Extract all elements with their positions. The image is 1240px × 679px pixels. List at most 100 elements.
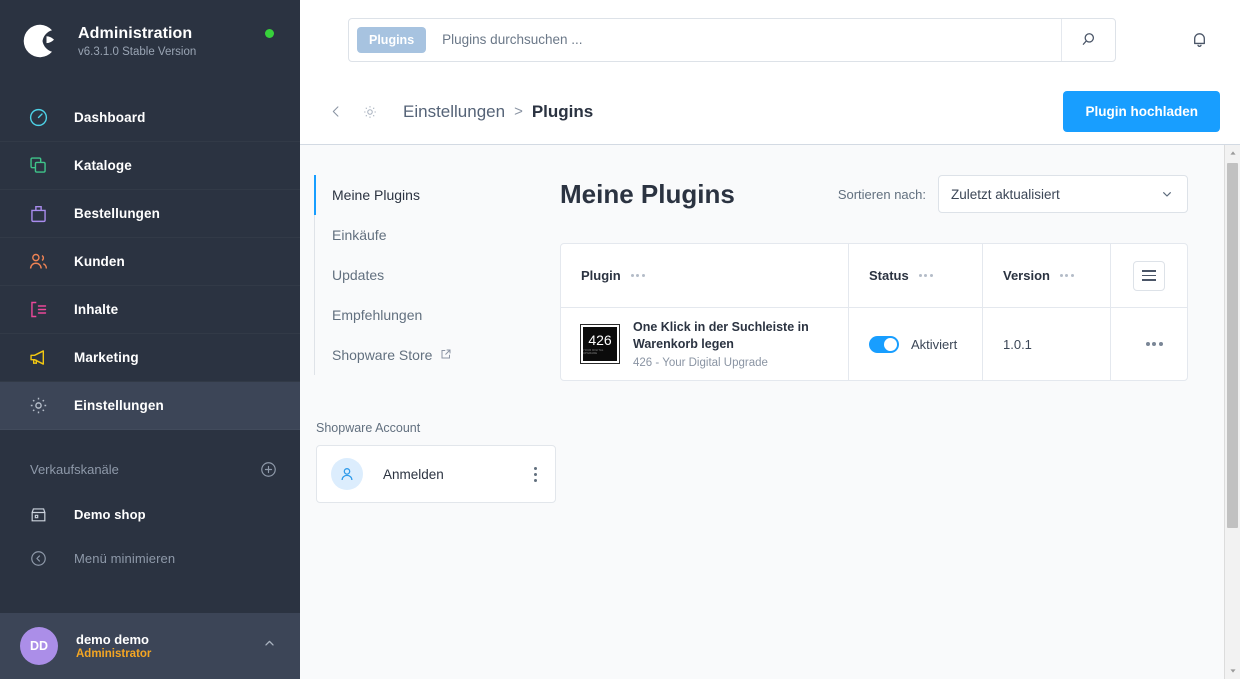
plugins-side-nav: Meine Plugins Einkäufe Updates Empfehlun… — [300, 145, 560, 679]
brand-title: Administration — [78, 25, 193, 42]
plugins-table: Plugin Status Version 426 YOUR DIGITAL U… — [560, 243, 1188, 381]
shopware-logo-icon — [22, 22, 60, 60]
side-nav-item-label: Updates — [332, 267, 385, 283]
plugin-name: One Klick in der Suchleiste in Warenkorb… — [633, 320, 809, 351]
content-inner: Meine Plugins Einkäufe Updates Empfehlun… — [300, 145, 1224, 679]
user-name: demo demo — [76, 632, 149, 647]
column-header-plugin: Plugin — [561, 244, 849, 307]
breadcrumb-parent[interactable]: Einstellungen — [403, 102, 505, 122]
dots-horizontal-icon[interactable] — [1145, 342, 1163, 346]
sidebar-item-inhalte[interactable]: Inhalte — [0, 286, 300, 334]
sidebar-item-bestellungen[interactable]: Bestellungen — [0, 190, 300, 238]
storefront-icon — [26, 502, 50, 526]
sidebar-item-label: Dashboard — [74, 110, 146, 125]
side-nav-item-empfehlungen[interactable]: Empfehlungen — [314, 295, 560, 335]
column-header-label: Status — [869, 268, 909, 283]
sidebar-item-label: Kunden — [74, 254, 125, 269]
plugins-header: Meine Plugins Sortieren nach: Zuletzt ak… — [560, 175, 1188, 213]
sidebar-item-label: Einstellungen — [74, 398, 164, 413]
minimize-menu-button[interactable]: Menü minimieren — [0, 536, 300, 580]
scrollbar-thumb[interactable] — [1227, 163, 1238, 528]
sidebar-item-label: Marketing — [74, 350, 139, 365]
user-profile-bar[interactable]: DD demo demo Administrator — [0, 613, 300, 679]
sidebar-item-marketing[interactable]: Marketing — [0, 334, 300, 382]
column-header-label: Version — [1003, 268, 1050, 283]
sort-select[interactable]: Zuletzt aktualisiert — [938, 175, 1188, 213]
page-title: Meine Plugins — [560, 178, 735, 209]
sidebar-item-dashboard[interactable]: Dashboard — [0, 94, 300, 142]
shopware-account-label: Shopware Account — [316, 421, 421, 435]
plugin-logo-subtext: YOUR DIGITAL UPGRADE — [583, 349, 604, 355]
brand-version: v6.3.1.0 Stable Version — [78, 46, 197, 58]
dots-horizontal-icon[interactable] — [1059, 274, 1074, 277]
user-role: Administrator — [76, 648, 152, 660]
bell-icon[interactable] — [1178, 19, 1220, 61]
breadcrumb-separator: > — [514, 103, 523, 120]
shopware-account-block: Shopware Account Anmelden — [314, 421, 560, 503]
chevron-up-icon[interactable] — [261, 635, 278, 657]
side-nav-item-einkaeufe[interactable]: Einkäufe — [314, 215, 560, 255]
content-list-icon — [26, 298, 50, 322]
vertical-scrollbar[interactable] — [1224, 145, 1240, 679]
gear-icon[interactable] — [353, 97, 387, 127]
sales-channels-label: Verkaufskanäle — [30, 461, 119, 477]
topbar: Plugins — [300, 0, 1240, 79]
sort-label: Sortieren nach: — [837, 186, 926, 202]
table-header-row: Plugin Status Version — [561, 244, 1187, 308]
column-header-version: Version — [983, 244, 1111, 307]
chevron-left-circle-icon — [26, 546, 50, 570]
status-toggle[interactable] — [869, 335, 899, 353]
brand-header: Administration v6.3.1.0 Stable Version — [0, 0, 300, 82]
avatar: DD — [20, 627, 58, 665]
plugin-vendor: 426 - Your Digital Upgrade — [633, 356, 768, 369]
sidebar-item-label: Inhalte — [74, 302, 119, 317]
sidebar-item-einstellungen[interactable]: Einstellungen — [0, 382, 300, 430]
main-navigation: Dashboard Kataloge Bestellungen Kunden I… — [0, 82, 300, 430]
plus-circle-icon[interactable] — [259, 460, 278, 479]
speedometer-icon — [26, 106, 50, 130]
side-nav-item-meine-plugins[interactable]: Meine Plugins — [314, 175, 560, 215]
breadcrumb-current: Plugins — [531, 101, 594, 121]
kebab-vertical-icon[interactable] — [530, 463, 541, 486]
app-root: Administration v6.3.1.0 Stable Version D… — [0, 0, 1240, 679]
table-settings-icon[interactable] — [1133, 260, 1165, 291]
version-value: 1.0.1 — [1003, 336, 1032, 352]
sales-channels-header: Verkaufskanäle — [0, 446, 300, 492]
table-row[interactable]: 426 YOUR DIGITAL UPGRADE One Klick in de… — [561, 308, 1187, 380]
side-nav-list: Meine Plugins Einkäufe Updates Empfehlun… — [314, 175, 560, 375]
search-scope-chip[interactable]: Plugins — [357, 26, 427, 53]
triangle-up-icon[interactable] — [1225, 145, 1240, 161]
cell-actions — [1111, 308, 1187, 380]
external-link-icon — [440, 347, 452, 363]
gear-icon — [26, 394, 50, 418]
side-nav-item-label: Einkäufe — [332, 227, 387, 243]
dots-horizontal-icon[interactable] — [918, 274, 933, 277]
plugin-logo-icon: 426 YOUR DIGITAL UPGRADE — [580, 324, 620, 364]
sidebar-item-kataloge[interactable]: Kataloge — [0, 142, 300, 190]
main-area: Plugins Plugins durchsuchen ... Einstell… — [300, 0, 1240, 679]
search-icon[interactable] — [1061, 18, 1115, 61]
dots-horizontal-icon[interactable] — [630, 274, 645, 277]
search-input[interactable] — [434, 32, 1061, 47]
cell-plugin: 426 YOUR DIGITAL UPGRADE One Klick in de… — [561, 308, 849, 380]
copy-stack-icon — [26, 154, 50, 178]
sidebar-item-label: Kataloge — [74, 158, 132, 173]
cell-version: 1.0.1 — [983, 308, 1111, 380]
shopware-account-card[interactable]: Anmelden — [316, 445, 556, 503]
side-nav-item-updates[interactable]: Updates — [314, 255, 560, 295]
status-label: Aktiviert — [911, 336, 958, 352]
upload-plugin-button[interactable]: Plugin hochladen — [1063, 91, 1220, 132]
search-box[interactable]: Plugins — [348, 17, 1116, 62]
chevron-left-icon[interactable] — [320, 97, 353, 126]
sort-control: Sortieren nach: Zuletzt aktualisiert — [838, 175, 1188, 213]
scrollbar-track[interactable] — [1225, 530, 1240, 663]
triangle-down-icon[interactable] — [1225, 663, 1240, 679]
sidebar-item-demo-shop[interactable]: Demo shop — [0, 492, 300, 536]
sidebar-item-kunden[interactable]: Kunden — [0, 238, 300, 286]
users-icon — [26, 250, 50, 274]
shopping-bag-icon — [26, 202, 50, 226]
minimize-menu-label: Menü minimieren — [74, 550, 176, 566]
plugin-logo-text: 426 — [588, 332, 612, 348]
cell-status: Aktiviert — [849, 308, 983, 380]
side-nav-item-shopware-store[interactable]: Shopware Store — [314, 335, 560, 375]
